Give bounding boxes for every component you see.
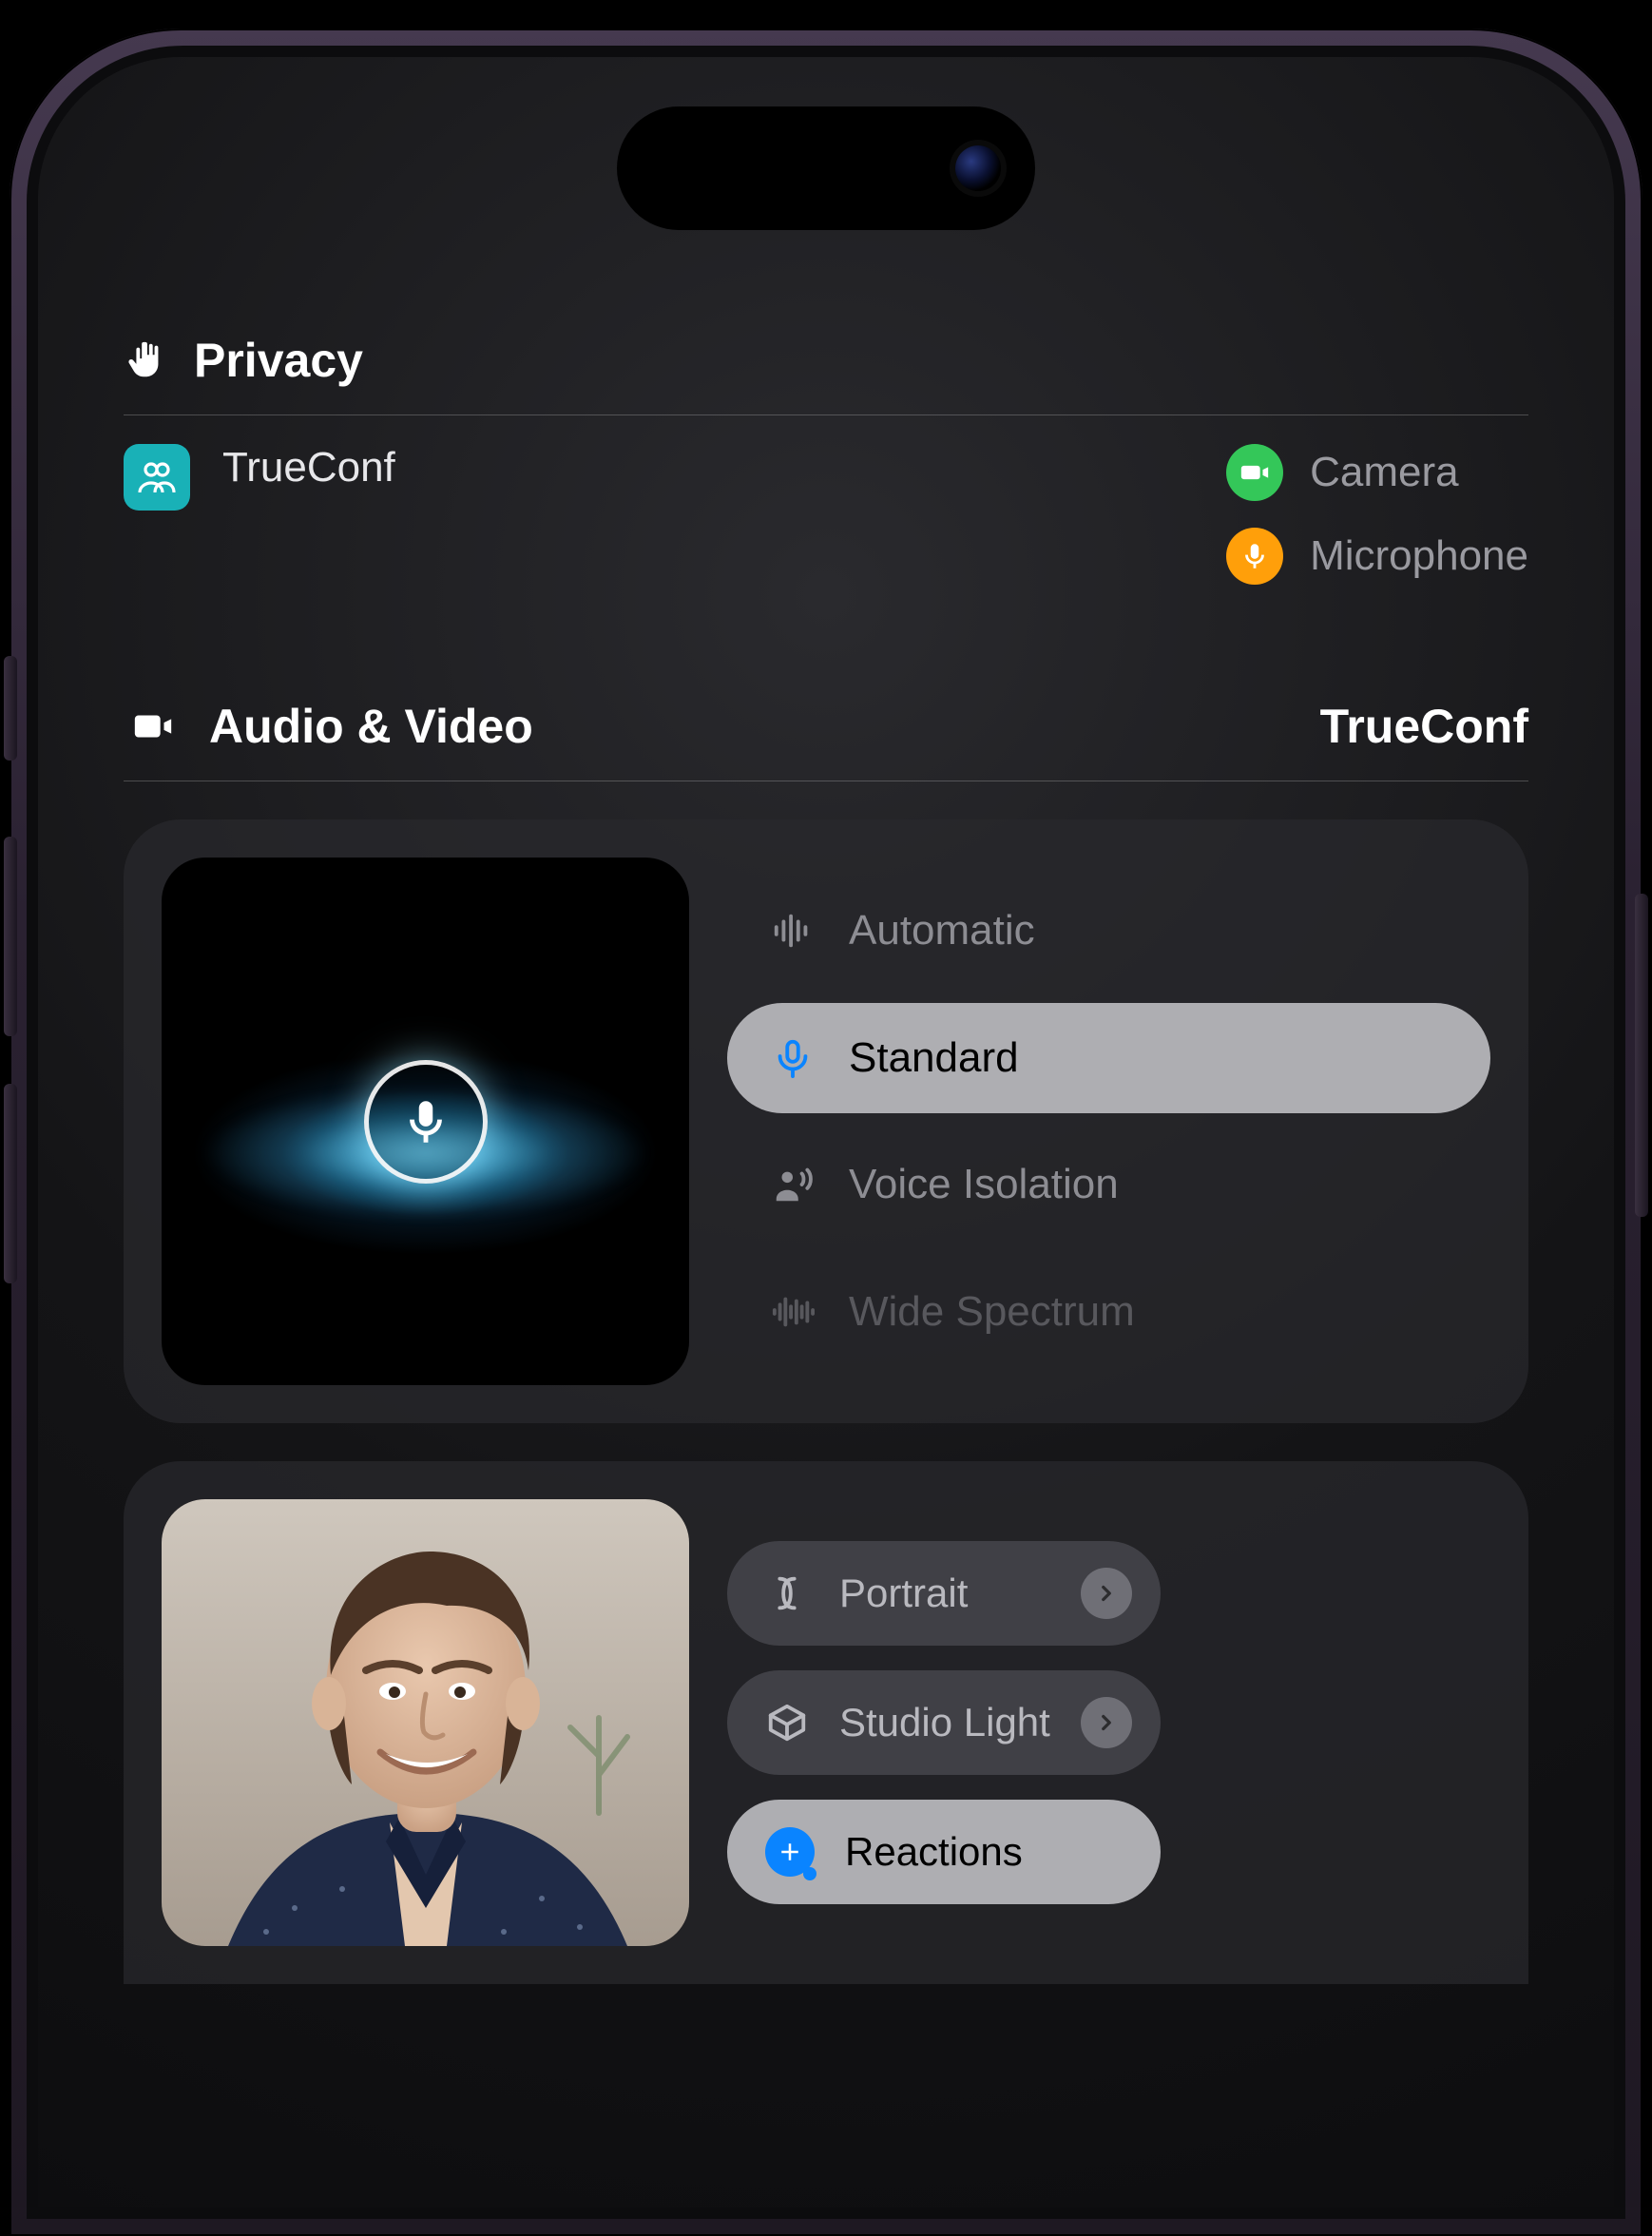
volume-up-button[interactable] (4, 837, 17, 1036)
mic-mode-standard[interactable]: Standard (727, 1003, 1490, 1113)
mic-mode-card: Automatic Standard Voice I (124, 819, 1528, 1423)
waveform-icon (769, 909, 816, 953)
camera-indicator-label: Camera (1310, 449, 1459, 496)
video-effect-portrait[interactable]: Portrait (727, 1541, 1161, 1646)
mic-icon (364, 1060, 488, 1184)
screen: Privacy TrueConf (38, 57, 1614, 2207)
video-effect-options: Portrait Studio Light (727, 1499, 1161, 1946)
audio-video-title: Audio & Video (209, 699, 533, 754)
video-effect-reactions[interactable]: Reactions (727, 1800, 1161, 1904)
mic-indicator-icon (1226, 528, 1283, 585)
privacy-title: Privacy (194, 333, 363, 388)
mic-mode-voice-isolation[interactable]: Voice Isolation (727, 1129, 1490, 1240)
waveform-wide-icon (769, 1290, 816, 1334)
mic-mode-label: Automatic (849, 907, 1035, 954)
mic-mode-label: Standard (849, 1034, 1019, 1082)
mic-mode-preview (162, 858, 689, 1385)
mic-indicator-row: Microphone (1226, 528, 1528, 585)
trueconf-app-icon (124, 444, 190, 511)
person-wave-icon (769, 1163, 816, 1206)
mic-indicator-label: Microphone (1310, 532, 1528, 580)
phone-bezel: Privacy TrueConf (27, 46, 1625, 2219)
chevron-right-icon[interactable] (1081, 1568, 1132, 1619)
power-button[interactable] (1635, 894, 1648, 1217)
privacy-app-row[interactable]: TrueConf Camera M (124, 444, 1528, 585)
privacy-header: Privacy (124, 333, 1528, 415)
camera-indicator-icon (1226, 444, 1283, 501)
video-effect-label: Portrait (839, 1571, 1050, 1616)
chevron-right-icon[interactable] (1081, 1697, 1132, 1748)
video-effect-label: Reactions (845, 1829, 1132, 1875)
aperture-icon (765, 1571, 809, 1615)
video-icon (124, 704, 182, 748)
audio-video-app-name: TrueConf (1320, 699, 1528, 754)
control-center-sheet: Privacy TrueConf (124, 162, 1528, 1984)
audio-video-header: Audio & Video TrueConf (124, 699, 1528, 781)
dynamic-island (617, 106, 1035, 230)
video-preview (162, 1499, 689, 1946)
video-effect-label: Studio Light (839, 1700, 1050, 1745)
video-effect-studio-light[interactable]: Studio Light (727, 1670, 1161, 1775)
mute-switch[interactable] (4, 656, 17, 761)
microphone-icon (769, 1036, 816, 1080)
privacy-indicator-list: Camera Microphone (1226, 444, 1528, 585)
camera-indicator-row: Camera (1226, 444, 1528, 501)
mic-mode-options: Automatic Standard Voice I (727, 858, 1490, 1385)
hand-icon (124, 338, 167, 382)
mic-mode-label: Wide Spectrum (849, 1288, 1135, 1336)
privacy-app-name: TrueConf (222, 444, 395, 492)
volume-down-button[interactable] (4, 1084, 17, 1283)
mic-mode-wide-spectrum[interactable]: Wide Spectrum (727, 1257, 1490, 1367)
video-effects-card: Portrait Studio Light (124, 1461, 1528, 1984)
mic-mode-automatic[interactable]: Automatic (727, 876, 1490, 986)
cube-icon (765, 1701, 809, 1744)
mic-mode-label: Voice Isolation (849, 1161, 1119, 1208)
phone-frame: Privacy TrueConf (10, 29, 1642, 2236)
front-camera-lens (955, 145, 1001, 191)
plus-circle-icon (765, 1827, 815, 1877)
